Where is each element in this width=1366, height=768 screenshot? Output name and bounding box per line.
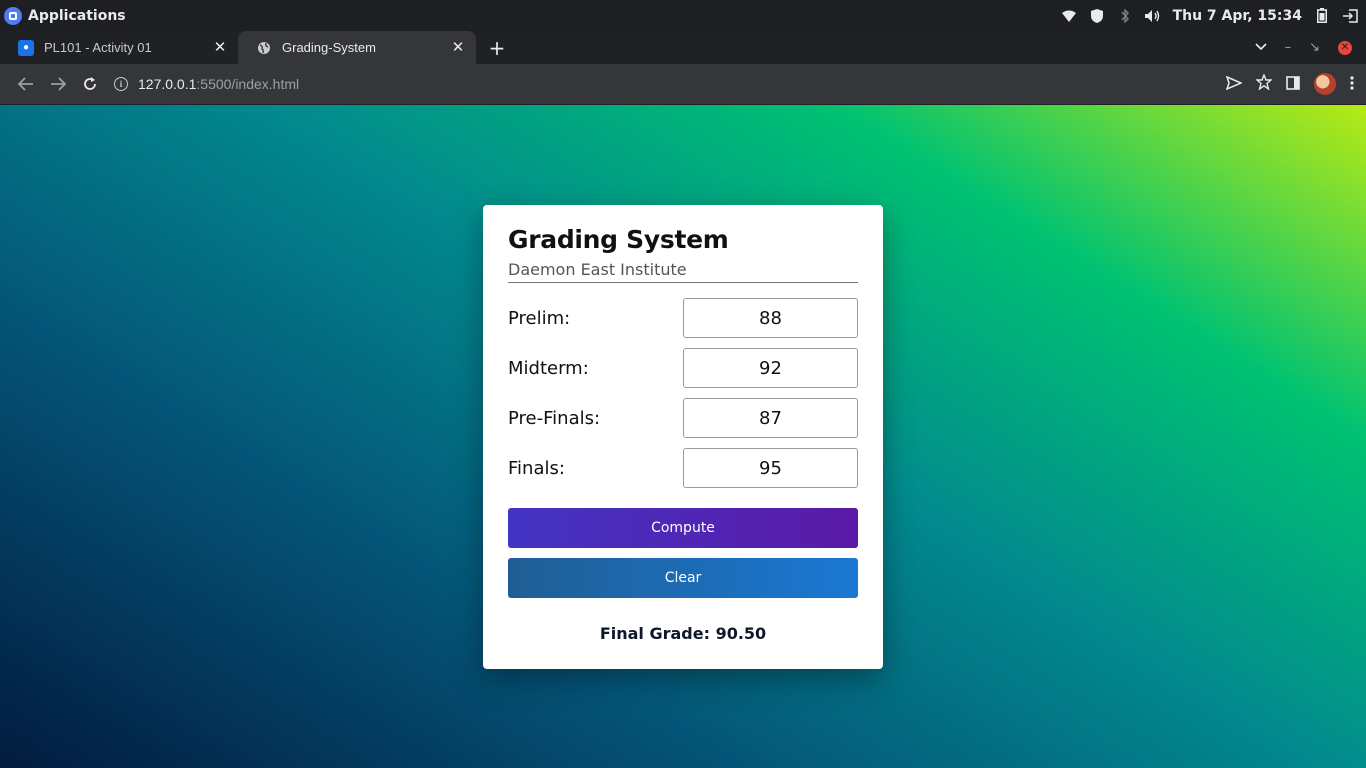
clock[interactable]: Thu 7 Apr, 15:34 bbox=[1173, 8, 1302, 24]
minimize-icon[interactable]: – bbox=[1285, 40, 1292, 55]
restore-icon[interactable]: ↘ bbox=[1309, 40, 1320, 55]
compute-button[interactable]: Compute bbox=[508, 508, 858, 548]
browser-toolbar: i 127.0.0.1:5500/index.html bbox=[0, 64, 1366, 104]
finals-row: Finals: bbox=[508, 448, 858, 488]
applications-menu[interactable]: Applications bbox=[0, 0, 126, 31]
window-close-icon[interactable]: ✕ bbox=[1338, 40, 1352, 55]
tab-search-icon[interactable] bbox=[1255, 40, 1267, 55]
clear-button[interactable]: Clear bbox=[508, 558, 858, 598]
side-panel-icon[interactable] bbox=[1286, 75, 1300, 94]
prelim-row: Prelim: bbox=[508, 298, 858, 338]
midterm-row: Midterm: bbox=[508, 348, 858, 388]
midterm-input[interactable] bbox=[683, 348, 858, 388]
tab-grading-system[interactable]: Grading-System ✕ bbox=[238, 31, 476, 64]
send-icon[interactable] bbox=[1225, 75, 1243, 94]
midterm-label: Midterm: bbox=[508, 357, 589, 379]
back-button[interactable] bbox=[12, 70, 40, 98]
close-icon[interactable]: ✕ bbox=[450, 39, 466, 56]
bookmark-star-icon[interactable] bbox=[1255, 73, 1273, 94]
profile-avatar[interactable] bbox=[1314, 73, 1336, 95]
tab-pl101[interactable]: ● PL101 - Activity 01 ✕ bbox=[0, 31, 238, 64]
volume-icon[interactable] bbox=[1144, 8, 1161, 24]
prelim-label: Prelim: bbox=[508, 307, 571, 329]
final-grade-text: Final Grade: 90.50 bbox=[599, 624, 767, 643]
finals-input[interactable] bbox=[683, 448, 858, 488]
wifi-icon[interactable] bbox=[1061, 8, 1077, 24]
address-bar[interactable]: i 127.0.0.1:5500/index.html bbox=[114, 69, 1226, 99]
new-tab-button[interactable]: + bbox=[482, 31, 512, 64]
info-icon[interactable]: i bbox=[114, 77, 128, 91]
url-host: 127.0.0.1 bbox=[138, 76, 197, 92]
os-top-panel: Applications Thu 7 Apr, 15:34 bbox=[0, 0, 1366, 31]
shield-icon[interactable] bbox=[1089, 8, 1105, 24]
bluetooth-icon[interactable] bbox=[1117, 8, 1133, 24]
applications-label: Applications bbox=[28, 7, 126, 24]
globe-icon bbox=[256, 40, 272, 56]
battery-icon[interactable] bbox=[1314, 8, 1330, 24]
forward-button[interactable] bbox=[44, 70, 72, 98]
page-background: Grading System Daemon East Institute Pre… bbox=[0, 105, 1366, 768]
grading-card: Grading System Daemon East Institute Pre… bbox=[483, 205, 883, 669]
tab-title: PL101 - Activity 01 bbox=[44, 40, 152, 55]
prefinals-row: Pre-Finals: bbox=[508, 398, 858, 438]
prefinals-label: Pre-Finals: bbox=[508, 407, 601, 429]
tab-strip: ● PL101 - Activity 01 ✕ Grading-System ✕… bbox=[0, 31, 1366, 64]
logout-icon[interactable] bbox=[1342, 8, 1358, 24]
classroom-icon: ● bbox=[18, 39, 34, 56]
close-icon[interactable]: ✕ bbox=[212, 39, 228, 56]
prelim-input[interactable] bbox=[683, 298, 858, 338]
url-path: :5500/index.html bbox=[196, 76, 300, 92]
finals-label: Finals: bbox=[508, 457, 565, 479]
prefinals-input[interactable] bbox=[683, 398, 858, 438]
applications-icon bbox=[4, 6, 22, 25]
menu-icon[interactable] bbox=[1350, 75, 1354, 94]
institute-subtitle: Daemon East Institute bbox=[508, 257, 858, 283]
page-title: Grading System bbox=[508, 225, 729, 254]
reload-button[interactable] bbox=[76, 70, 104, 98]
tab-title: Grading-System bbox=[282, 40, 376, 55]
